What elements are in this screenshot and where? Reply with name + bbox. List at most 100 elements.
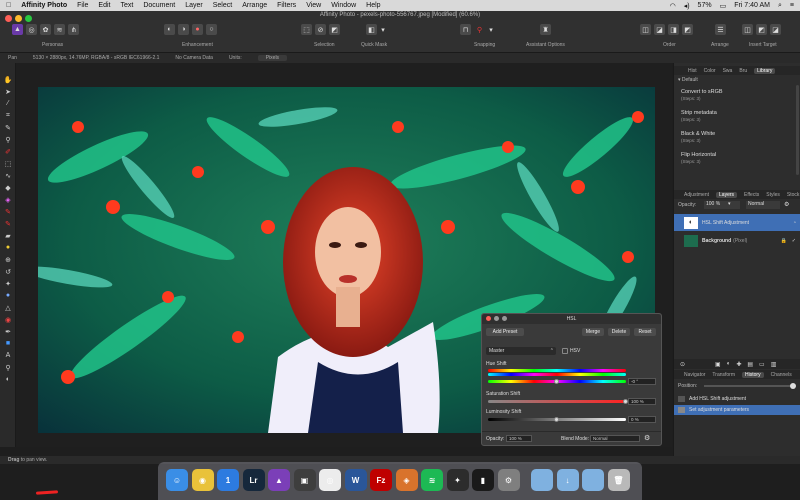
- documents-folder-icon[interactable]: [582, 469, 604, 491]
- layer-settings-icon[interactable]: ⚙: [784, 201, 789, 208]
- snapping-icon[interactable]: ⊓: [460, 24, 471, 35]
- 1password-icon[interactable]: 1: [217, 469, 239, 491]
- layer-options-icon[interactable]: ⊙: [680, 361, 685, 368]
- sharpen-brush-icon[interactable]: △: [3, 303, 13, 312]
- downloads-folder-icon[interactable]: ↓: [556, 469, 579, 491]
- marquee-tool-icon[interactable]: ⬚: [3, 159, 13, 168]
- menu-arrange[interactable]: Arrange: [242, 2, 267, 9]
- quick-mask-dropdown-icon[interactable]: ▾: [380, 24, 386, 35]
- macro-item[interactable]: Black & White (Steps: 3): [681, 131, 715, 143]
- filezilla-icon[interactable]: Fz: [370, 469, 392, 491]
- spotify-icon[interactable]: ≋: [421, 469, 443, 491]
- macro-item[interactable]: Flip Horizontal (Steps: 3): [681, 152, 716, 164]
- freehand-select-icon[interactable]: ∿: [3, 171, 13, 180]
- menu-file[interactable]: File: [77, 2, 88, 9]
- saturation-shift-slider[interactable]: [488, 400, 626, 403]
- deselect-icon[interactable]: ⊘: [315, 24, 326, 35]
- menu-select[interactable]: Select: [213, 2, 232, 9]
- menu-layer[interactable]: Layer: [185, 2, 203, 9]
- dialog-settings-icon[interactable]: ⚙: [644, 434, 650, 442]
- delete-button[interactable]: Delete: [608, 328, 630, 336]
- dialog-opacity-value[interactable]: 100 %: [506, 435, 532, 442]
- liquify-persona-icon[interactable]: ◎: [26, 24, 37, 35]
- layer-blend-mode[interactable]: Normal: [746, 201, 780, 209]
- phone-app-icon[interactable]: ▮: [472, 469, 494, 491]
- flood-select-icon[interactable]: ⚲: [3, 135, 13, 144]
- move-tool-icon[interactable]: ➤: [3, 87, 13, 96]
- menu-extras-icon[interactable]: ≡: [790, 2, 794, 9]
- arrange-icon[interactable]: ☰: [715, 24, 726, 35]
- adjustment-icon[interactable]: ◐: [727, 361, 731, 367]
- delete-layer-icon[interactable]: ▥: [771, 361, 777, 368]
- tab-effects[interactable]: Effects: [744, 192, 759, 198]
- select-all-icon[interactable]: ⬚: [301, 24, 312, 35]
- menu-document[interactable]: Document: [143, 2, 175, 9]
- library-scrollbar[interactable]: [796, 85, 799, 175]
- hue-shift-value[interactable]: -0 °: [628, 378, 656, 385]
- tab-layers[interactable]: Layers: [716, 191, 738, 198]
- add-group-icon[interactable]: ▭: [759, 361, 765, 368]
- move-back-icon[interactable]: ◪: [654, 24, 665, 35]
- history-position-knob[interactable]: [790, 383, 796, 389]
- finder-icon[interactable]: ☺: [166, 469, 188, 491]
- insert-inside-icon[interactable]: ◪: [770, 24, 781, 35]
- affinity-photo-icon[interactable]: ▲: [268, 469, 290, 491]
- macro-item[interactable]: Convert to sRGB (Steps: 3): [681, 89, 723, 101]
- davinci-icon[interactable]: ✦: [446, 469, 469, 491]
- layer-opacity-value[interactable]: 100 %: [704, 201, 740, 209]
- history-item[interactable]: Set adjustment parameters: [674, 405, 800, 415]
- history-item[interactable]: Add HSL Shift adjustment: [674, 394, 800, 404]
- blend-mode-select[interactable]: Normal: [590, 435, 640, 442]
- selection-brush-icon[interactable]: ✎: [3, 123, 13, 132]
- add-layer-icon[interactable]: ▤: [747, 361, 753, 368]
- channel-select[interactable]: Master ⌃: [486, 347, 556, 355]
- menu-help[interactable]: Help: [366, 2, 380, 9]
- luminosity-shift-knob[interactable]: [554, 417, 559, 422]
- search-icon[interactable]: ⌕: [778, 2, 782, 10]
- auto-contrast-icon[interactable]: ◑: [178, 24, 189, 35]
- assistant-icon[interactable]: ♜: [540, 24, 551, 35]
- lightroom-icon[interactable]: Lr: [242, 469, 265, 491]
- shape-tool-icon[interactable]: ■: [3, 339, 13, 348]
- menu-filters[interactable]: Filters: [277, 2, 296, 9]
- move-to-front-icon[interactable]: ◩: [682, 24, 693, 35]
- photo-app-icon[interactable]: ▣: [293, 469, 316, 491]
- camera-icon[interactable]: ◎: [319, 469, 341, 491]
- chevron-down-icon[interactable]: ▾: [728, 201, 731, 207]
- menu-view[interactable]: View: [306, 2, 321, 9]
- snapping-dropdown-icon[interactable]: ▾: [488, 24, 494, 35]
- live-filter-icon[interactable]: ✚: [736, 361, 741, 368]
- dodge-tool-icon[interactable]: ●: [3, 243, 13, 252]
- tab-swatches[interactable]: Swa: [723, 68, 733, 74]
- insert-behind-icon[interactable]: ◫: [742, 24, 753, 35]
- system-preferences-icon[interactable]: ⚙: [497, 469, 520, 491]
- zoom-tool-icon[interactable]: ⚲: [3, 363, 13, 372]
- clone-tool-icon[interactable]: ⊕: [3, 255, 13, 264]
- develop-persona-icon[interactable]: ✿: [40, 24, 51, 35]
- layer-row[interactable]: Background (Pixel) 🔒 ✓: [674, 232, 800, 249]
- color-swatch-icon[interactable]: ◐: [3, 375, 13, 384]
- menu-text[interactable]: Text: [120, 2, 133, 9]
- tab-adjustment[interactable]: Adjustment: [684, 192, 709, 198]
- export-persona-icon[interactable]: ⋔: [68, 24, 79, 35]
- tab-styles[interactable]: Styles: [766, 192, 780, 198]
- tab-channels[interactable]: Channels: [771, 372, 792, 378]
- tab-navigator[interactable]: Navigator: [684, 372, 705, 378]
- photo-persona-icon[interactable]: ▲: [12, 24, 23, 35]
- clock[interactable]: Fri 7:40 AM: [734, 2, 770, 9]
- tone-mapping-persona-icon[interactable]: ≋: [54, 24, 65, 35]
- tab-brushes[interactable]: Bru: [739, 68, 747, 74]
- mask-layer-icon[interactable]: ▣: [715, 361, 721, 368]
- pen-tool-icon[interactable]: ✒: [3, 327, 13, 336]
- visibility-check-icon[interactable]: ✓: [787, 238, 800, 244]
- tab-history[interactable]: History: [742, 371, 764, 378]
- apple-icon[interactable]: : [6, 2, 11, 9]
- blur-brush-icon[interactable]: ●: [3, 291, 13, 300]
- wifi-icon[interactable]: ◠: [670, 2, 676, 10]
- trash-icon[interactable]: 🗑: [607, 469, 630, 491]
- undo-brush-icon[interactable]: ↺: [3, 267, 13, 276]
- library-category[interactable]: ▾ Default: [678, 77, 698, 83]
- menu-window[interactable]: Window: [331, 2, 356, 9]
- gradient-tool-icon[interactable]: ◈: [3, 195, 13, 204]
- luminosity-shift-value[interactable]: 0 %: [628, 416, 656, 423]
